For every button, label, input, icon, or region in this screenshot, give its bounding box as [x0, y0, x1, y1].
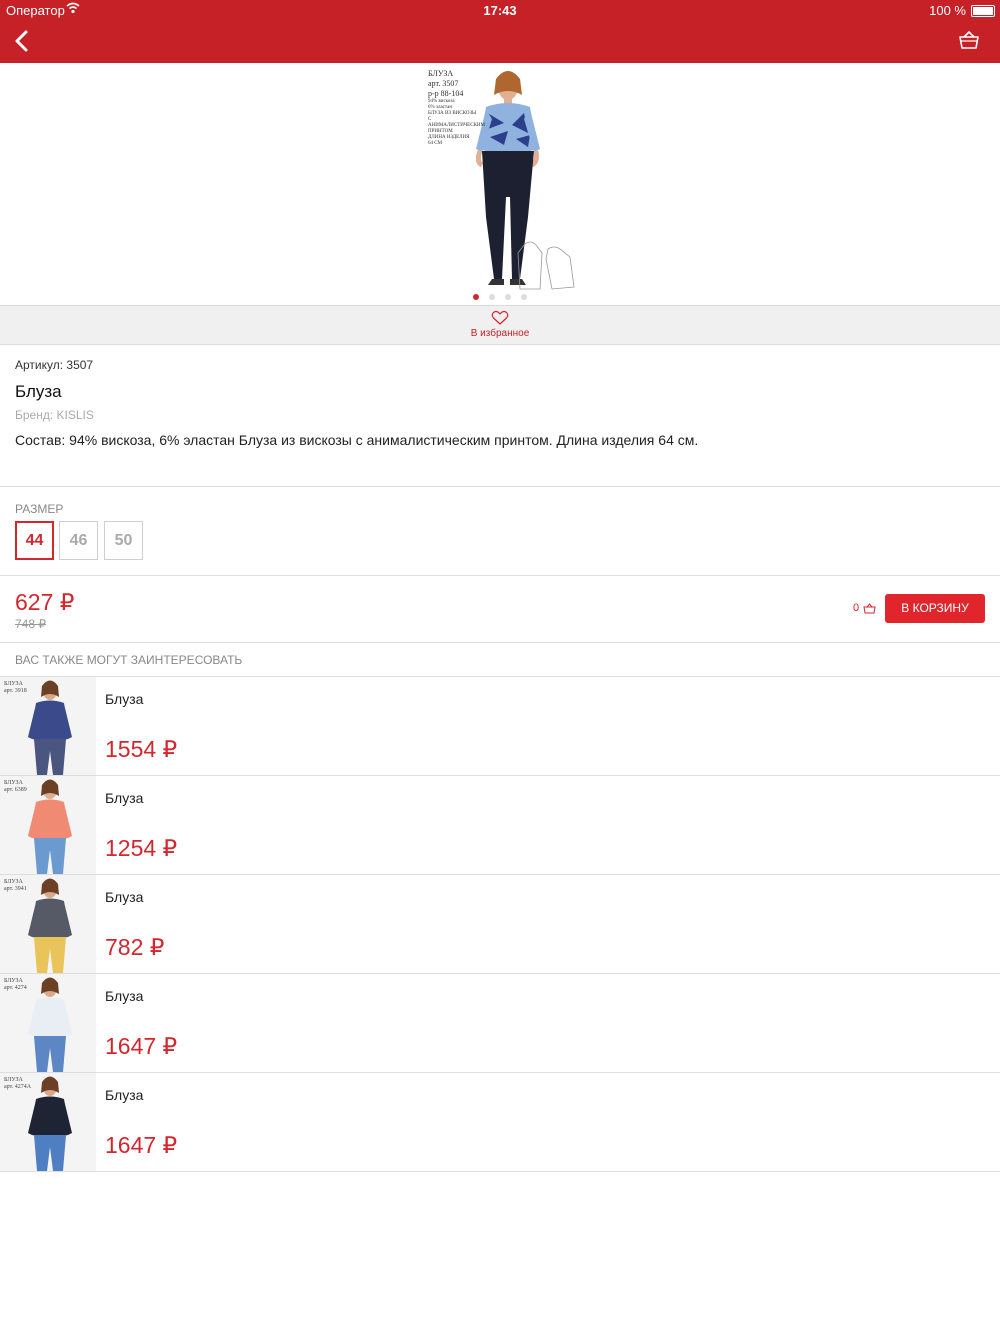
page-dot[interactable]: [505, 294, 511, 300]
basket-icon: [863, 603, 876, 614]
thumbnail-label-line: БЛУЗА: [4, 1077, 23, 1083]
product-gallery[interactable]: БЛУЗА арт. 3507 р-р 88-104 94% вискоза 6% эл…: [0, 63, 1000, 305]
recommendation-price: 1554 ₽: [105, 736, 178, 762]
current-price: 627 ₽: [15, 589, 75, 615]
recommendation-price: 1647 ₽: [105, 1033, 178, 1059]
thumbnail-label-line: БЛУЗА: [4, 879, 23, 885]
thumbnail-label-line: арт. 3918: [4, 688, 27, 694]
recommendation-thumbnail[interactable]: БЛУЗА арт. 3918: [0, 677, 96, 775]
cart-button[interactable]: [958, 30, 980, 52]
recommendation-thumbnail[interactable]: БЛУЗА арт. 4274А: [0, 1073, 96, 1171]
divider: [0, 642, 1000, 643]
recommendations-header: ВАС ТАКЖЕ МОГУТ ЗАИНТЕРЕСОВАТЬ: [15, 653, 243, 667]
product-title: Блуза: [15, 382, 62, 401]
product-image-text-line: арт. 3507: [428, 79, 459, 88]
thumbnail-label-line: БЛУЗА: [4, 681, 23, 687]
battery-icon: [971, 5, 995, 17]
status-bar: Оператор 17:43 100 %: [0, 0, 1000, 22]
add-to-cart-button[interactable]: В КОРЗИНУ: [885, 594, 985, 623]
favorites-bar[interactable]: В избранное: [0, 305, 1000, 345]
recommendation-item[interactable]: БЛУЗА арт. 6389 Блуза 1254 ₽: [0, 776, 1000, 875]
size-option-44[interactable]: 44: [15, 521, 54, 560]
thumbnail-label-line: арт. 4274А: [4, 1084, 32, 1090]
size-section-label: РАЗМЕР: [15, 502, 64, 516]
product-sku: Артикул: 3507: [15, 358, 94, 372]
recommendation-item[interactable]: БЛУЗА арт. 4274 Блуза 1647 ₽: [0, 974, 1000, 1073]
thumbnail-label: БЛУЗА арт. 6389: [4, 780, 38, 794]
product-brand: Бренд: KISLIS: [15, 408, 94, 422]
thumbnail-label: БЛУЗА арт. 4274: [4, 978, 38, 992]
size-option-46[interactable]: 46: [59, 521, 98, 560]
product-image-text-line: С АНИМАЛИСТИЧЕСКИМ: [428, 117, 485, 128]
page-dot[interactable]: [473, 294, 479, 300]
product-image-text-line: БЛУЗА ИЗ ВИСКОЗЫ: [428, 111, 477, 116]
recommendation-price: 1647 ₽: [105, 1132, 178, 1158]
product-info: Артикул: 3507 Блуза Бренд: KISLIS Состав…: [15, 358, 985, 448]
thumbnail-label-line: арт. 4274: [4, 985, 27, 991]
basket-icon: [959, 30, 979, 49]
thumbnail-label: БЛУЗА арт. 3918: [4, 681, 38, 695]
recommendation-thumbnail[interactable]: БЛУЗА арт. 6389: [0, 776, 96, 874]
product-image-text-line: БЛУЗА: [428, 69, 454, 78]
divider: [0, 575, 1000, 576]
recommendation-name: Блуза: [105, 1087, 144, 1103]
recommendation-item[interactable]: БЛУЗА арт. 4274А Блуза 1647 ₽: [0, 1073, 1000, 1172]
recommendation-thumbnail[interactable]: БЛУЗА арт. 3941: [0, 875, 96, 973]
recommendation-price: 1254 ₽: [105, 835, 178, 861]
cart-count: 0: [853, 602, 860, 614]
recommendation-item[interactable]: БЛУЗА арт. 3918 Блуза 1554 ₽: [0, 677, 1000, 776]
size-option-50[interactable]: 50: [104, 521, 143, 560]
divider: [0, 486, 1000, 487]
recommendation-item[interactable]: БЛУЗА арт. 3941 Блуза 782 ₽: [0, 875, 1000, 974]
thumbnail-label-line: арт. 6389: [4, 787, 27, 793]
page-dot[interactable]: [521, 294, 527, 300]
product-image-label: БЛУЗА арт. 3507 р-р 88-104 94% вискоза 6% эл…: [428, 69, 485, 147]
thumbnail-label: БЛУЗА арт. 3941: [4, 879, 38, 893]
add-to-favorites-label[interactable]: В избранное: [0, 328, 1000, 339]
page-dot[interactable]: [489, 294, 495, 300]
product-description: Состав: 94% вискоза, 6% эластан Блуза из…: [15, 432, 699, 448]
top-bar: Оператор 17:43 100 %: [0, 0, 1000, 63]
thumbnail-label: БЛУЗА арт. 4274А: [4, 1077, 38, 1091]
recommendation-name: Блуза: [105, 691, 144, 707]
thumbnail-label-line: БЛУЗА: [4, 978, 23, 984]
recommendation-price: 782 ₽: [105, 934, 165, 960]
battery-percent: 100 %: [929, 3, 966, 18]
heart-icon[interactable]: [491, 310, 509, 326]
thumbnail-label-line: арт. 3941: [4, 886, 27, 892]
product-image-text-line: р-р 88-104: [428, 89, 464, 98]
gallery-page-indicator: [0, 294, 1000, 302]
recommendation-name: Блуза: [105, 790, 144, 806]
product-image-text-line: 64 СМ: [428, 141, 443, 146]
product-image[interactable]: БЛУЗА арт. 3507 р-р 88-104 94% вискоза 6% эл…: [424, 67, 584, 299]
thumbnail-label-line: БЛУЗА: [4, 780, 23, 786]
back-button[interactable]: [10, 26, 40, 58]
recommendation-thumbnail[interactable]: БЛУЗА арт. 4274: [0, 974, 96, 1072]
chevron-left-icon: [15, 30, 28, 52]
recommendation-name: Блуза: [105, 988, 144, 1004]
old-price: 748 ₽: [15, 617, 46, 631]
clock: 17:43: [483, 3, 517, 18]
recommendation-name: Блуза: [105, 889, 144, 905]
